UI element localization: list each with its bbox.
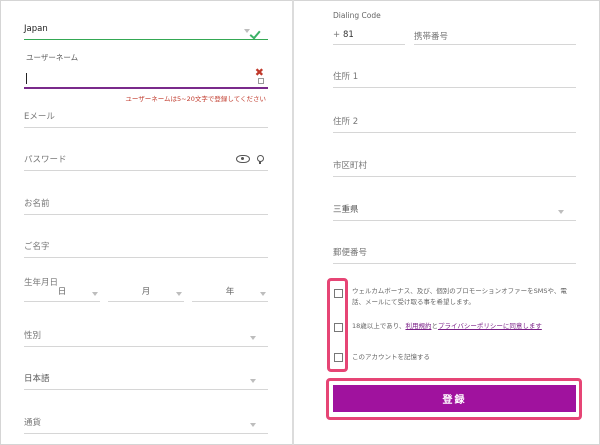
country-select[interactable]: Japan (24, 18, 268, 40)
eye-icon[interactable] (236, 155, 250, 163)
address2-field[interactable]: 住所 2 (333, 111, 576, 133)
remember-text: このアカウントを記憶する (352, 353, 430, 361)
register-button[interactable]: 登録 (333, 385, 576, 412)
postcode-field[interactable]: 郵便番号 (333, 242, 576, 264)
first-name-field[interactable]: お名前 (24, 193, 268, 215)
username-label: ユーザーネーム (26, 53, 79, 62)
checkmark-icon (255, 28, 265, 36)
chevron-down-icon (250, 379, 256, 383)
dob-month-select[interactable]: 月 (108, 284, 184, 302)
prefecture-select[interactable]: 三重県 (333, 199, 576, 221)
chevron-down-icon (250, 423, 256, 427)
promo-consent-text: ウェルカムボーナス、及び、個別のプロモーションオファーをSMSや、電話、メールに… (352, 287, 567, 306)
gender-select[interactable]: 性別 (24, 325, 268, 347)
dob-year-select[interactable]: 年 (192, 284, 268, 302)
terms-consent-text: 18歳以上であり、利用規約とプライバシーポリシーに同意します (352, 322, 542, 330)
mobile-number-field[interactable]: 携帯番号 (414, 30, 448, 42)
column-divider (292, 0, 294, 445)
lock-icon (258, 78, 264, 84)
chevron-down-icon (92, 292, 98, 296)
terms-checkbox[interactable] (334, 323, 343, 332)
privacy-link[interactable]: プライバシーポリシーに同意します (438, 322, 542, 330)
last-name-field[interactable]: ご名字 (24, 236, 268, 258)
chevron-down-icon (558, 210, 564, 214)
location-pin-icon (257, 155, 264, 164)
terms-link[interactable]: 利用規約 (405, 322, 431, 330)
text-cursor (26, 73, 27, 84)
email-field[interactable]: Eメール (24, 106, 268, 128)
dialing-plus: + (333, 30, 341, 40)
dob-day-select[interactable]: 日 (24, 284, 100, 302)
username-help-text: ユーザーネームは5~20文字で登録してください (125, 95, 266, 103)
dialing-code-label: Dialing Code (333, 11, 381, 20)
address1-field[interactable]: 住所 1 (333, 66, 576, 88)
country-value: Japan (24, 24, 48, 34)
username-field[interactable]: ユーザーネーム ✖ (24, 52, 268, 89)
currency-select[interactable]: 通貨 (24, 412, 268, 434)
chevron-down-icon (260, 292, 266, 296)
language-select[interactable]: 日本語 (24, 368, 268, 390)
chevron-down-icon (250, 336, 256, 340)
password-field[interactable]: パスワード (24, 149, 268, 171)
chevron-down-icon (244, 29, 250, 33)
promo-checkbox[interactable] (334, 289, 343, 298)
dialing-code-value[interactable]: 81 (343, 30, 354, 40)
city-field[interactable]: 市区町村 (333, 155, 576, 177)
chevron-down-icon (176, 292, 182, 296)
remember-checkbox[interactable] (334, 353, 343, 362)
